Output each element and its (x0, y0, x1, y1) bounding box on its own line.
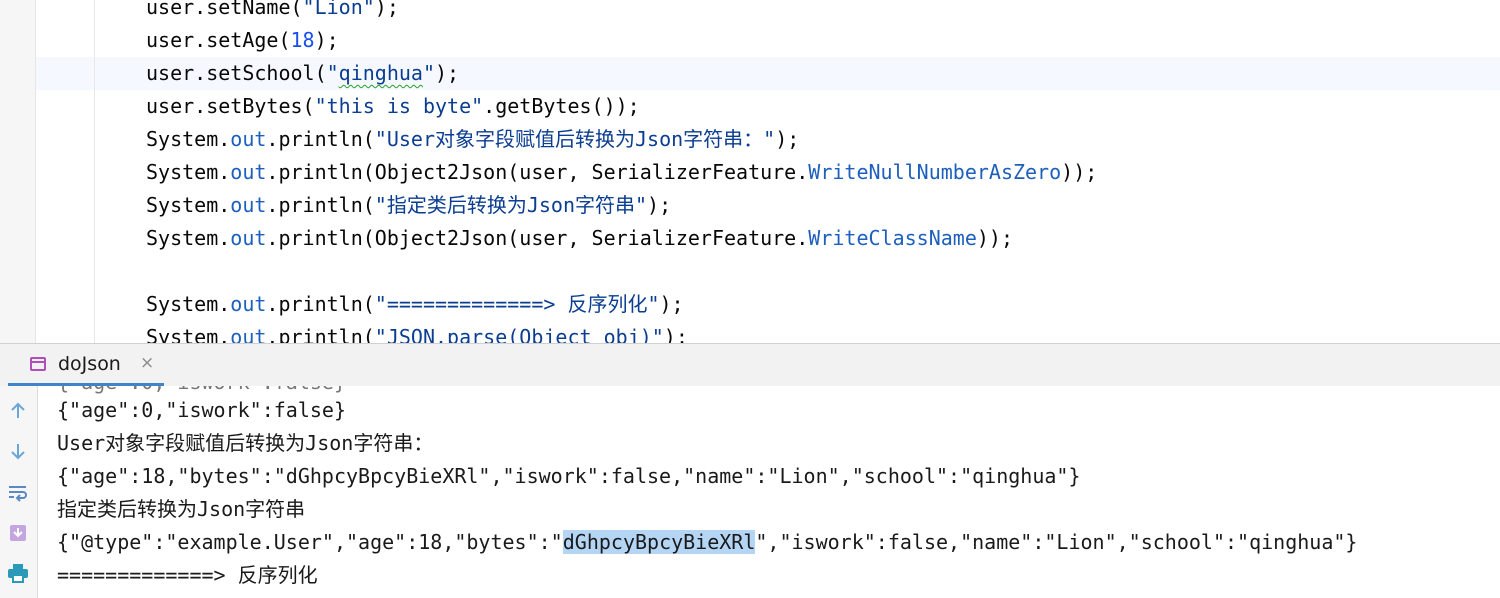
console-line: {"@type":"example.User","age":18,"bytes"… (57, 526, 1357, 559)
code-token: System. (146, 160, 231, 184)
code-token: .println( (266, 127, 375, 151)
code-token: )); (1061, 160, 1098, 184)
code-token: System. (146, 226, 231, 250)
print-icon[interactable] (4, 559, 32, 587)
code-line[interactable]: System.out.println("User对象字段赋值后转换为Json字符… (146, 123, 799, 156)
console-line: =============> 反序列化 (57, 563, 318, 587)
code-token: ); (374, 0, 399, 19)
editor-gutter (0, 0, 36, 343)
code-line[interactable]: user.setAge(18); (146, 24, 339, 57)
code-line[interactable]: System.out.println("指定类后转换为Json字符串"); (146, 189, 671, 222)
arrow-down-icon[interactable] (4, 437, 32, 465)
code-token: .println( (266, 325, 375, 343)
string-literal: "User对象字段赋值后转换为Json字符串：" (374, 127, 776, 151)
run-config-icon (30, 357, 46, 371)
code-line[interactable]: System.out.println("=============> 反序列化"… (146, 288, 684, 321)
string-literal: " (422, 61, 436, 85)
code-token: .println(Object2Json(user, SerializerFea… (266, 226, 809, 250)
number-literal: 18 (290, 28, 315, 52)
arrow-up-icon[interactable] (4, 397, 32, 425)
static-field: out (230, 160, 267, 184)
code-token: ); (647, 193, 672, 217)
tab-dojson[interactable]: doJson × (8, 344, 164, 387)
code-token: user.setBytes( (146, 94, 315, 118)
selected-text[interactable]: dGhpcyBpcyBieXRl (562, 530, 756, 554)
close-icon[interactable]: × (140, 353, 154, 373)
code-token: ); (663, 325, 688, 343)
code-token: .println( (266, 193, 375, 217)
code-line[interactable]: user.setBytes("this is byte".getBytes())… (146, 90, 640, 123)
console-line: 指定类后转换为Json字符串 (57, 497, 306, 521)
code-line[interactable]: System.out.println(Object2Json(user, Ser… (146, 222, 1013, 255)
code-token: System. (146, 325, 231, 343)
run-tool-window-header: doJson × (0, 343, 1500, 387)
code-line[interactable]: System.out.println("JSON.parse(Object ob… (146, 321, 688, 343)
code-token: .println(Object2Json(user, SerializerFea… (266, 160, 809, 184)
console-line: User对象字段赋值后转换为Json字符串： (57, 431, 434, 455)
tab-label: doJson (58, 353, 121, 375)
string-literal: "this is byte" (314, 94, 484, 118)
console-text: ","iswork":false,"name":"Lion","school":… (755, 530, 1358, 554)
code-token: .getBytes()); (483, 94, 640, 118)
static-field: out (230, 292, 267, 316)
code-line[interactable]: System.out.println(Object2Json(user, Ser… (146, 156, 1097, 189)
soft-wrap-icon[interactable] (4, 478, 32, 506)
string-literal: " (326, 61, 339, 85)
code-token: )); (976, 226, 1013, 250)
enum-constant: WriteClassName (808, 226, 977, 250)
code-token: user.setSchool( (146, 61, 327, 85)
code-token: ); (659, 292, 684, 316)
string-literal: "Lion" (302, 0, 375, 19)
code-token: System. (146, 127, 231, 151)
console-line: {"age":18,"bytes":"dGhpcyBpcyBieXRl","is… (57, 464, 1081, 488)
code-editor[interactable]: user.setName("Lion"); user.setAge(18); u… (0, 0, 1500, 343)
string-literal: "指定类后转换为Json字符串" (374, 193, 648, 217)
run-toolbar (0, 386, 38, 598)
string-literal: "JSON.parse(Object obj)" (374, 325, 664, 343)
code-token: System. (146, 193, 231, 217)
code-token: ); (314, 28, 339, 52)
static-field: out (230, 127, 267, 151)
console-output[interactable]: {"age":0,"iswork":false} {"age":0,"iswor… (38, 386, 1500, 598)
code-token: user.setName( (146, 0, 303, 19)
code-token: ); (775, 127, 800, 151)
code-line[interactable]: user.setSchool("qinghua"); (146, 57, 459, 90)
typo-warning-word[interactable]: qinghua (339, 61, 423, 85)
code-token: System. (146, 292, 231, 316)
static-field: out (230, 193, 267, 217)
indent-guide (94, 0, 95, 343)
code-token: user.setAge( (146, 28, 291, 52)
scroll-to-end-icon[interactable] (4, 519, 32, 547)
enum-constant: WriteNullNumberAsZero (808, 160, 1062, 184)
code-token: ); (435, 61, 460, 85)
string-literal: "=============> 反序列化" (374, 292, 660, 316)
console-line: {"age":0,"iswork":false} (57, 398, 346, 422)
static-field: out (230, 226, 267, 250)
code-line[interactable]: user.setName("Lion"); (146, 0, 399, 24)
static-field: out (230, 325, 267, 343)
console-text: {"@type":"example.User","age":18,"bytes"… (57, 530, 563, 554)
code-token: .println( (266, 292, 375, 316)
